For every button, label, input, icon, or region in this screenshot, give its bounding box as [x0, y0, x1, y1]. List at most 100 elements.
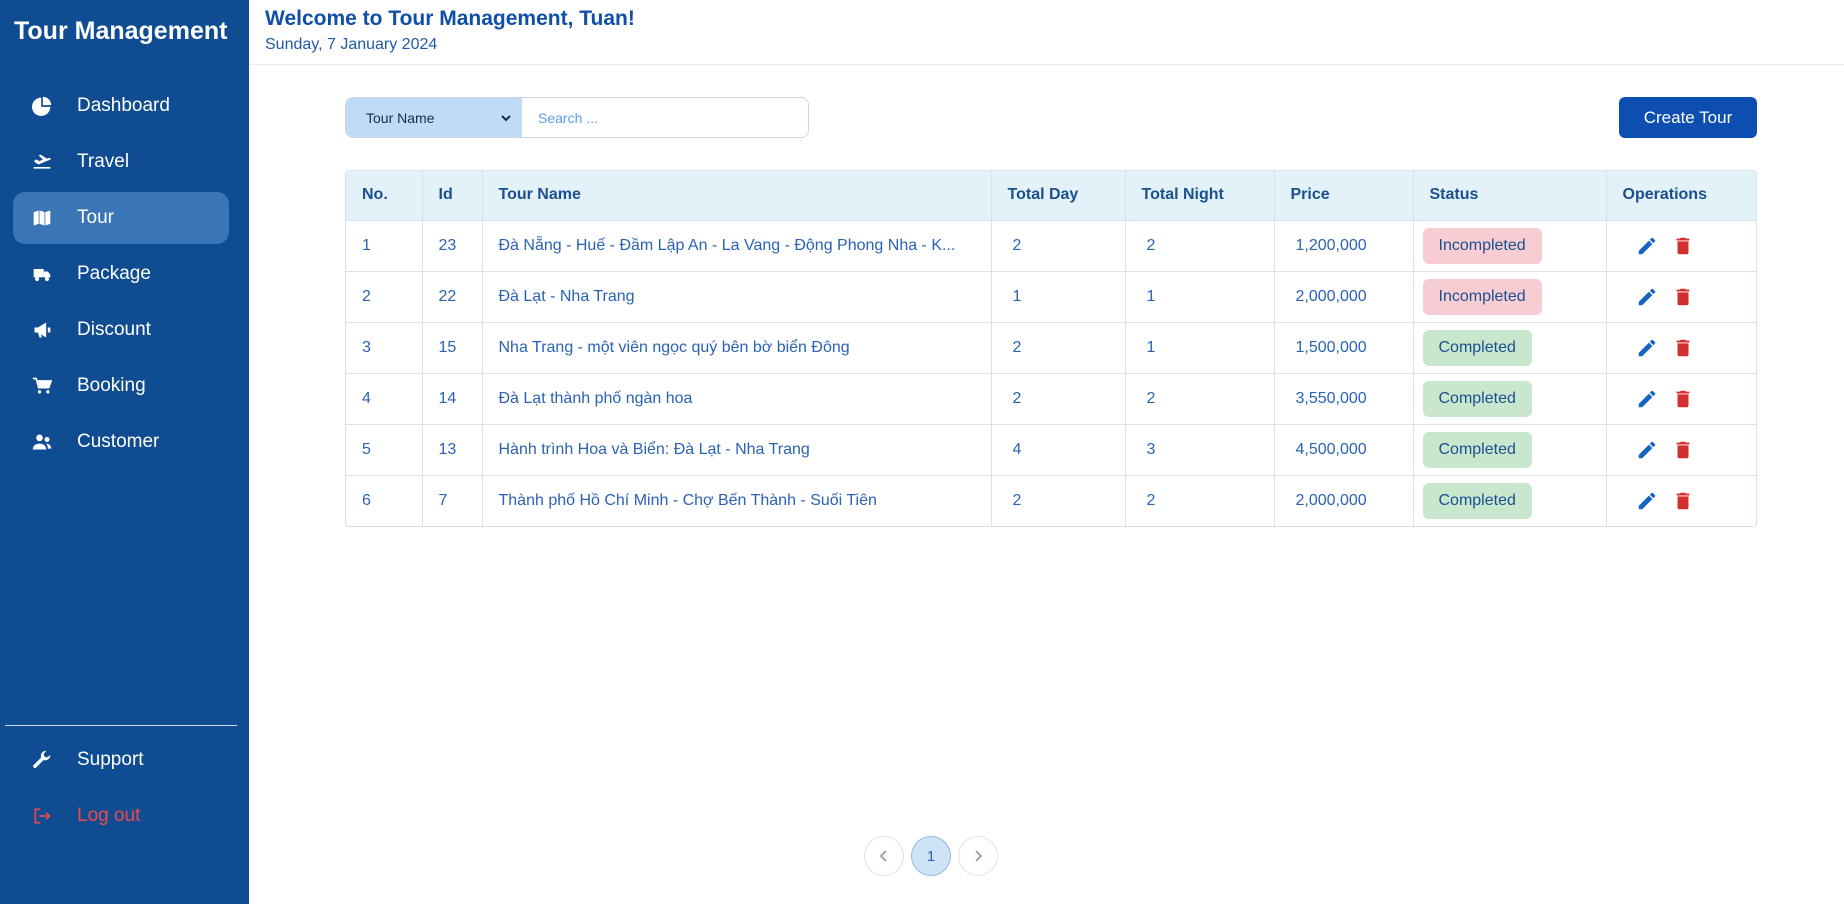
- row-number: 6: [346, 475, 423, 526]
- support-button[interactable]: Support: [13, 734, 229, 786]
- search-input[interactable]: [522, 98, 808, 137]
- status-badge: Completed: [1422, 329, 1532, 366]
- column-header[interactable]: Price: [1274, 171, 1414, 221]
- table-row: 3 15 Nha Trang - một viên ngọc quý bên bờ …: [346, 322, 1756, 374]
- trash-icon: [1676, 441, 1689, 458]
- total-night: 2: [1125, 475, 1275, 526]
- sidebar-item-package[interactable]: Package: [13, 248, 229, 300]
- plane-icon: [31, 151, 53, 173]
- row-number: 2: [346, 271, 423, 323]
- operations-cell: [1606, 220, 1756, 272]
- sidebar-item-discount[interactable]: Discount: [13, 304, 229, 356]
- tour-name: Nha Trang - một viên ngọc quý bên bờ biể…: [482, 322, 992, 374]
- table-row: 5 13 Hành trình Hoa và Biển: Đà Lạt - Nha …: [346, 424, 1756, 476]
- total-night: 1: [1125, 271, 1275, 323]
- sidebar-item-label: Travel: [77, 151, 130, 172]
- operations-cell: [1606, 373, 1756, 425]
- column-header[interactable]: No.: [346, 171, 423, 221]
- row-id: 13: [422, 424, 483, 476]
- delete-button[interactable]: [1670, 233, 1696, 259]
- column-header[interactable]: Tour Name: [482, 171, 992, 221]
- delete-button[interactable]: [1670, 437, 1696, 463]
- total-day: 2: [991, 475, 1126, 526]
- column-header[interactable]: Status: [1413, 171, 1607, 221]
- trash-icon: [1676, 237, 1689, 254]
- sidebar-item-label: Booking: [77, 375, 146, 396]
- welcome-title: Welcome to Tour Management, Tuan!: [265, 7, 635, 30]
- row-id: 14: [422, 373, 483, 425]
- sidebar-item-label: Customer: [77, 431, 160, 452]
- edit-button[interactable]: [1634, 284, 1660, 310]
- pencil-icon: [1638, 441, 1655, 458]
- chevron-left-icon: [879, 850, 887, 862]
- pencil-icon: [1638, 492, 1655, 509]
- delete-button[interactable]: [1670, 335, 1696, 361]
- edit-button[interactable]: [1634, 233, 1660, 259]
- logout-label: Log out: [77, 805, 141, 826]
- tours-table: No. Id Tour Name Total Day Total Night P…: [345, 170, 1757, 527]
- table-row: 6 7 Thành phố Hồ Chí Minh - Chợ Bến Thành …: [346, 475, 1756, 526]
- table-row: 1 23 Đà Nẵng - Huế - Đầm Lập An - La Vang …: [346, 220, 1756, 272]
- sidebar-item-dashboard[interactable]: Dashboard: [13, 80, 229, 132]
- operations-cell: [1606, 322, 1756, 374]
- sidebar-item-label: Tour: [77, 207, 114, 228]
- edit-button[interactable]: [1634, 488, 1660, 514]
- price: 1,200,000: [1274, 220, 1414, 272]
- page-number-button[interactable]: 1: [911, 836, 951, 876]
- row-id: 7: [422, 475, 483, 526]
- sidebar-item-tour[interactable]: Tour: [13, 192, 229, 244]
- row-id: 15: [422, 322, 483, 374]
- table-row: 2 22 Đà Lạt - Nha Trang 1 1 2,000,000 Incomple…: [346, 271, 1756, 323]
- status-cell: Completed: [1413, 424, 1607, 476]
- cart-icon: [31, 375, 53, 397]
- search-field-select[interactable]: Tour Name: [346, 98, 522, 137]
- delete-button[interactable]: [1670, 284, 1696, 310]
- edit-button[interactable]: [1634, 437, 1660, 463]
- price: 2,000,000: [1274, 271, 1414, 323]
- sidebar-divider: [5, 725, 237, 726]
- column-header[interactable]: Total Day: [991, 171, 1126, 221]
- price: 1,500,000: [1274, 322, 1414, 374]
- total-day: 2: [991, 373, 1126, 425]
- delete-button[interactable]: [1670, 488, 1696, 514]
- tour-name: Thành phố Hồ Chí Minh - Chợ Bến Thành - …: [482, 475, 992, 526]
- row-number: 1: [346, 220, 423, 272]
- trash-icon: [1676, 390, 1689, 407]
- create-tour-button[interactable]: Create Tour: [1619, 97, 1757, 138]
- price: 2,000,000: [1274, 475, 1414, 526]
- prev-page-button[interactable]: [864, 836, 904, 876]
- row-id: 22: [422, 271, 483, 323]
- sidebar-item-label: Dashboard: [77, 95, 170, 116]
- row-number: 5: [346, 424, 423, 476]
- trash-icon: [1676, 288, 1689, 305]
- map-icon: [31, 207, 53, 229]
- total-day: 2: [991, 220, 1126, 272]
- table-row: 4 14 Đà Lạt thành phố ngàn hoa 2 2 3,550,000 C…: [346, 373, 1756, 425]
- row-number: 3: [346, 322, 423, 374]
- column-header[interactable]: Total Night: [1125, 171, 1275, 221]
- sidebar-item-booking[interactable]: Booking: [13, 360, 229, 412]
- logout-button[interactable]: Log out: [13, 790, 229, 842]
- pie-chart-icon: [31, 95, 53, 117]
- tour-name: Đà Lạt - Nha Trang: [482, 271, 992, 323]
- edit-button[interactable]: [1634, 335, 1660, 361]
- price: 4,500,000: [1274, 424, 1414, 476]
- operations-cell: [1606, 475, 1756, 526]
- pencil-icon: [1638, 237, 1655, 254]
- row-id: 23: [422, 220, 483, 272]
- sidebar-item-customer[interactable]: Customer: [13, 416, 229, 468]
- sidebar-nav: Dashboard Travel Tour Package Discount B…: [13, 80, 229, 472]
- row-number: 4: [346, 373, 423, 425]
- next-page-button[interactable]: [958, 836, 998, 876]
- delete-button[interactable]: [1670, 386, 1696, 412]
- status-badge: Completed: [1422, 380, 1532, 417]
- edit-button[interactable]: [1634, 386, 1660, 412]
- pencil-icon: [1638, 390, 1655, 407]
- status-badge: Incompleted: [1422, 278, 1542, 315]
- column-header[interactable]: Id: [422, 171, 483, 221]
- trash-icon: [1676, 339, 1689, 356]
- megaphone-icon: [31, 319, 53, 341]
- chevron-right-icon: [975, 850, 983, 862]
- sidebar-item-travel[interactable]: Travel: [13, 136, 229, 188]
- logout-icon: [31, 805, 53, 827]
